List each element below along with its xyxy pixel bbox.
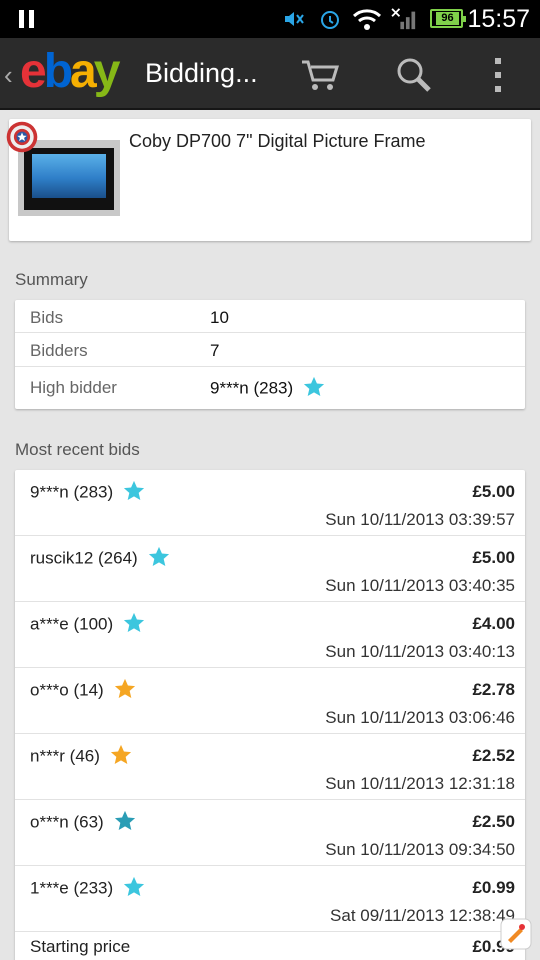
feedback-star-icon bbox=[124, 480, 145, 500]
bidder-name[interactable]: a***e (100) bbox=[30, 612, 145, 636]
bid-timestamp: Sun 10/11/2013 03:40:13 bbox=[325, 642, 515, 661]
feedback-star-icon bbox=[110, 744, 132, 764]
bid-row[interactable]: ruscik12 (264) £5.00 Sun 10/11/2013 03:40:… bbox=[15, 536, 525, 602]
pause-icon bbox=[19, 10, 35, 28]
bid-amount: £5.00 bbox=[472, 548, 515, 567]
high-bidder-value[interactable]: 9***n (283) bbox=[210, 376, 325, 400]
bid-amount: £0.99 bbox=[472, 878, 515, 897]
feedback-star-icon bbox=[114, 678, 135, 698]
feedback-star-icon bbox=[124, 612, 145, 632]
feedback-star-icon bbox=[304, 376, 325, 396]
shield-badge-icon bbox=[6, 121, 38, 153]
summary-label: High bidder bbox=[30, 378, 117, 397]
bid-row[interactable]: 9***n (283) £5.00 Sun 10/11/2013 03:39:57 bbox=[15, 470, 525, 536]
overflow-menu-icon[interactable] bbox=[475, 52, 521, 98]
summary-label: Bids bbox=[30, 308, 64, 327]
action-bar: ‹ ebay Bidding... bbox=[0, 38, 540, 110]
bid-amount: £2.50 bbox=[472, 812, 515, 831]
bidder-name[interactable]: o***n (63) bbox=[30, 810, 136, 834]
alarm-icon bbox=[321, 11, 339, 29]
bid-row[interactable]: n***r (46) £2.52 Sun 10/11/2013 12:31:18 bbox=[15, 734, 525, 800]
bidder-name[interactable]: n***r (46) bbox=[30, 744, 132, 768]
bids-card: 9***n (283) £5.00 Sun 10/11/2013 03:39:57 r… bbox=[15, 470, 525, 960]
bid-amount: £2.52 bbox=[472, 746, 515, 765]
signal-icon bbox=[391, 8, 416, 30]
summary-value: 7 bbox=[210, 341, 220, 360]
summary-row: Bidders 7 bbox=[15, 333, 525, 367]
bid-timestamp: Sun 10/11/2013 12:31:18 bbox=[325, 774, 515, 793]
bid-row[interactable]: a***e (100) £4.00 Sun 10/11/2013 03:40:13 bbox=[15, 602, 525, 668]
starting-price-row: Starting price £0.99 bbox=[15, 932, 525, 960]
summary-row: Bids 10 bbox=[15, 300, 525, 333]
cart-icon[interactable] bbox=[298, 52, 344, 98]
bidder-name[interactable]: 9***n (283) bbox=[30, 480, 145, 504]
starting-price-label: Starting price bbox=[30, 937, 131, 956]
bid-row[interactable]: 1***e (233) £0.99 Sat 09/11/2013 12:38:49 bbox=[15, 866, 525, 932]
mute-icon bbox=[285, 12, 304, 26]
bid-timestamp: Sun 10/11/2013 03:39:57 bbox=[325, 510, 515, 529]
summary-value: 10 bbox=[210, 308, 229, 327]
bid-timestamp: Sun 10/11/2013 03:40:35 bbox=[325, 576, 515, 595]
bid-row[interactable]: o***n (63) £2.50 Sun 10/11/2013 09:34:50 bbox=[15, 800, 525, 866]
bid-row[interactable]: o***o (14) £2.78 Sun 10/11/2013 03:06:46 bbox=[15, 668, 525, 734]
battery-icon: 96 bbox=[430, 9, 466, 28]
summary-row[interactable]: High bidder 9***n (283) bbox=[15, 367, 525, 409]
floating-app-icon[interactable] bbox=[500, 918, 532, 950]
summary-card: Bids 10 Bidders 7 High bidder 9***n (283… bbox=[15, 300, 525, 409]
summary-heading: Summary bbox=[15, 270, 88, 289]
bid-amount: £5.00 bbox=[472, 482, 515, 501]
ebay-logo[interactable]: ebay bbox=[20, 44, 120, 99]
bidder-name[interactable]: 1***e (233) bbox=[30, 876, 145, 900]
bid-timestamp: Sun 10/11/2013 09:34:50 bbox=[325, 840, 515, 859]
bid-timestamp: Sun 10/11/2013 03:06:46 bbox=[325, 708, 515, 727]
bid-amount: £2.78 bbox=[472, 680, 515, 699]
clock: 15:57 bbox=[467, 5, 530, 33]
page-title: Bidding... bbox=[145, 58, 258, 88]
back-caret-icon[interactable]: ‹ bbox=[4, 60, 13, 91]
bid-timestamp: Sat 09/11/2013 12:38:49 bbox=[330, 906, 515, 925]
battery-level: 96 bbox=[436, 12, 459, 25]
feedback-star-icon bbox=[114, 810, 135, 830]
wifi-icon bbox=[352, 9, 382, 30]
search-icon[interactable] bbox=[392, 52, 438, 98]
recent-bids-heading: Most recent bids bbox=[15, 440, 140, 459]
bidder-name[interactable]: o***o (14) bbox=[30, 678, 136, 702]
item-card[interactable]: Coby DP700 7" Digital Picture Frame bbox=[9, 119, 531, 241]
summary-label: Bidders bbox=[30, 341, 88, 360]
item-title: Coby DP700 7" Digital Picture Frame bbox=[129, 131, 426, 151]
bid-amount: £4.00 bbox=[472, 614, 515, 633]
feedback-star-icon bbox=[124, 876, 145, 896]
bidder-name[interactable]: ruscik12 (264) bbox=[30, 546, 170, 570]
feedback-star-icon bbox=[148, 546, 169, 566]
status-bar: 96 15:57 bbox=[0, 0, 540, 38]
